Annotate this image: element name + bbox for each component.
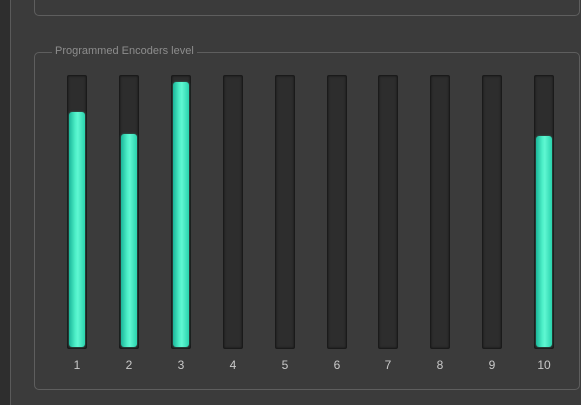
meter-track [534,75,554,349]
meter-track [223,75,243,349]
meter-track [119,75,139,349]
encoder-meters: 1 2 3 4 5 6 7 8 9 10 [0,0,581,405]
meter-label: 10 [537,358,551,372]
meter-label: 4 [229,358,237,372]
meter-label: 3 [177,358,185,372]
meter-label: 6 [333,358,341,372]
meter-label: 2 [125,358,133,372]
meter-track [430,75,450,349]
meter-track [67,75,87,349]
meter-label: 7 [384,358,392,372]
meter-level-fill [121,134,137,347]
meter-label: 9 [488,358,496,372]
meter-track [275,75,295,349]
meter-track [171,75,191,349]
meter-label: 8 [436,358,444,372]
meter-label: 5 [281,358,289,372]
meter-track [482,75,502,349]
meter-level-fill [536,136,552,347]
meter-track [378,75,398,349]
meter-label: 1 [73,358,81,372]
meter-track [327,75,347,349]
meter-level-fill [69,112,85,347]
meter-level-fill [173,82,189,347]
